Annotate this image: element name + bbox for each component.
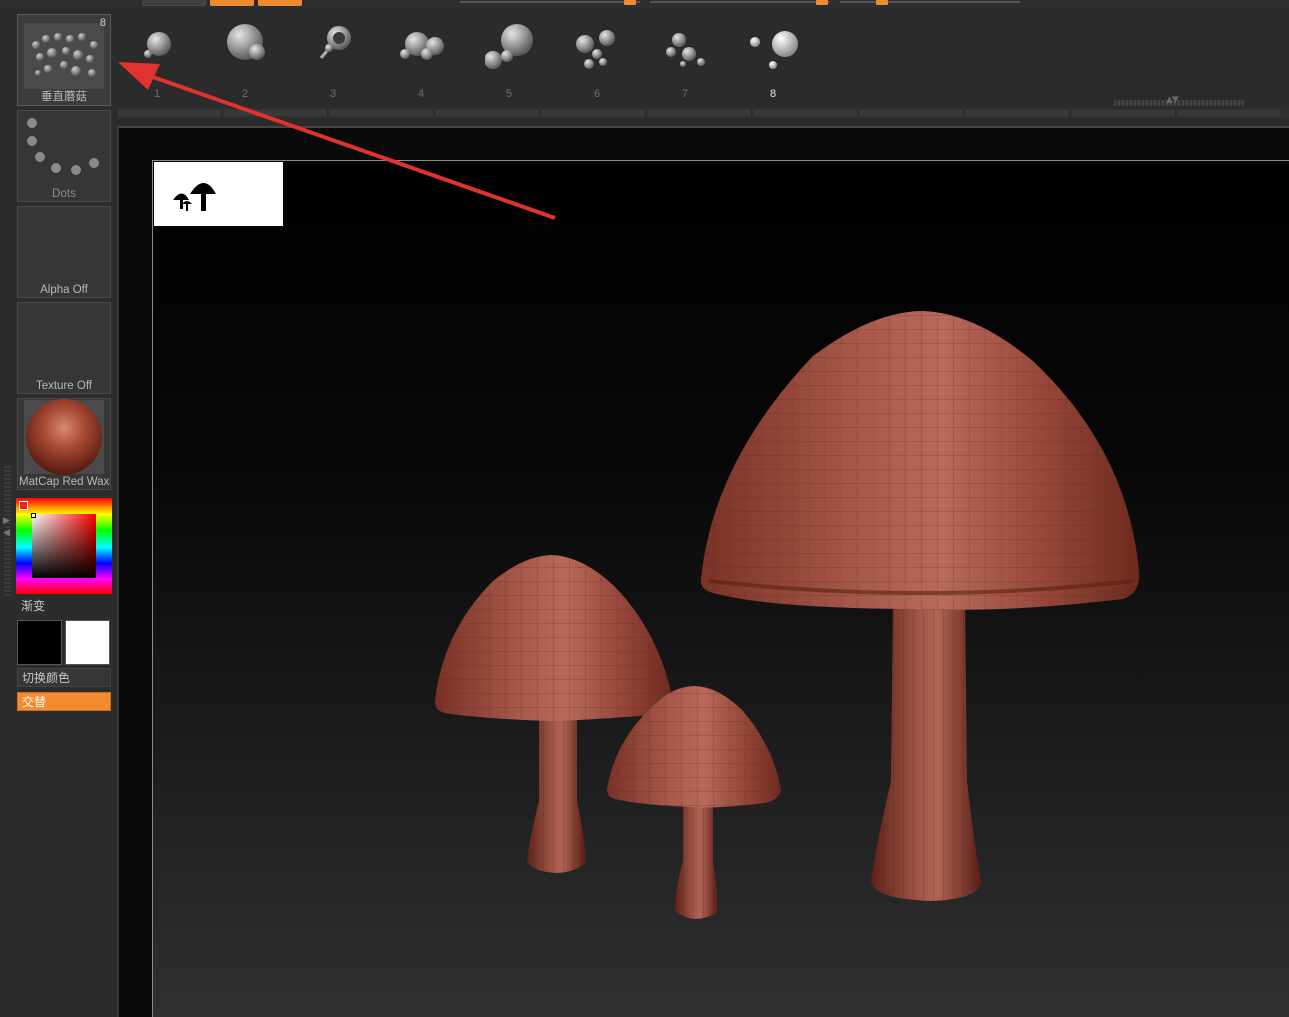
medium-mushroom — [435, 555, 673, 873]
switch-color-button[interactable]: 切换颜色 — [17, 668, 111, 687]
ruler-segment — [966, 110, 1070, 116]
stroke-label: Dots — [52, 188, 76, 200]
top-slider-3[interactable] — [840, 0, 1020, 5]
mushroom-variant-4-icon — [400, 32, 444, 60]
mushroom-variant-3-icon — [319, 26, 351, 59]
color-marker[interactable] — [31, 513, 36, 518]
brush-bar-scroller[interactable] — [1114, 100, 1244, 106]
hue-marker[interactable] — [19, 501, 28, 510]
mushroom-variant-7-icon — [666, 33, 705, 67]
brush-variant-number: 6 — [593, 88, 601, 100]
scroll-arrows-icon[interactable]: ▲▼ — [1166, 95, 1179, 105]
tray-collapse-arrow-icon[interactable]: ▶ — [3, 516, 10, 526]
red-wax-sphere-icon — [24, 399, 104, 475]
top-slider-2[interactable] — [650, 0, 830, 5]
brush-variant-number: 4 — [417, 88, 425, 100]
saturation-value-square[interactable] — [32, 514, 96, 578]
brush-variant-number: 8 — [769, 88, 777, 100]
alternate-button[interactable]: 交替 — [17, 692, 111, 711]
ruler-segment — [754, 110, 858, 116]
top-toolbar — [0, 0, 1289, 8]
document-canvas[interactable] — [152, 160, 1289, 1017]
brush-count: 8 — [99, 17, 106, 29]
brush-variant-number: 2 — [241, 88, 249, 100]
current-brush-tile[interactable]: 8 垂直蘑菇 — [17, 14, 111, 106]
alpha-label: Alpha Off — [40, 284, 88, 296]
top-slider-1[interactable] — [460, 0, 640, 5]
brush-variant-3[interactable]: 3 — [293, 16, 373, 100]
mushroom-variant-2-icon — [227, 24, 265, 60]
left-tray: 8 垂直蘑菇 Dots Alpha Off Texture Off MatCap… — [0, 8, 114, 1017]
brush-variant-5[interactable]: 5 — [469, 16, 549, 100]
current-brush-label: 垂直蘑菇 — [41, 91, 87, 103]
top-slider-2-knob[interactable] — [816, 0, 828, 5]
mushroom-variant-5-icon — [485, 24, 533, 69]
main-color-swatch[interactable] — [17, 620, 62, 665]
dots-stroke-icon — [27, 118, 99, 175]
brush-variant-7[interactable]: 7 — [645, 16, 725, 100]
brush-variants-bar: 1 2 3 4 5 6 7 8 ▲▼ — [114, 8, 1289, 108]
brush-variant-8[interactable]: 8 — [733, 16, 813, 100]
brush-variant-2[interactable]: 2 — [205, 16, 285, 100]
mushroom-models — [435, 311, 1140, 919]
secondary-color-swatch[interactable] — [65, 620, 110, 665]
brush-variant-number: 7 — [681, 88, 689, 100]
top-slider-3-knob[interactable] — [876, 0, 888, 5]
ruler-segment — [648, 110, 752, 116]
ruler-segment — [330, 110, 434, 116]
mushroom-variant-8-icon — [750, 31, 798, 69]
ruler-segment — [1072, 110, 1176, 116]
top-orange-button-1[interactable] — [210, 0, 254, 6]
top-slider-1-knob[interactable] — [624, 0, 636, 5]
ruler-segment — [118, 110, 222, 116]
brush-variant-1[interactable]: 1 — [117, 16, 197, 100]
texture-label: Texture Off — [35, 380, 93, 392]
material-tile[interactable]: MatCap Red Wax — [17, 398, 111, 490]
top-gray-button[interactable] — [142, 0, 206, 6]
canvas-ruler — [118, 108, 1289, 118]
small-mushroom — [607, 686, 781, 919]
mushroom-variant-1-icon — [144, 32, 171, 58]
brush-variant-number: 5 — [505, 88, 513, 100]
brush-variant-6[interactable]: 6 — [557, 16, 637, 100]
brush-variant-number: 1 — [153, 88, 161, 100]
mushroom-variant-6-icon — [576, 30, 615, 69]
large-mushroom — [700, 311, 1140, 901]
ruler-segment — [1178, 110, 1282, 116]
brush-variant-number: 3 — [329, 88, 337, 100]
ruler-segment — [542, 110, 646, 116]
tray-expand-arrow-icon[interactable]: ◀ — [3, 528, 10, 538]
texture-tile[interactable]: Texture Off — [17, 302, 111, 394]
ruler-segment — [436, 110, 540, 116]
brush-variant-4[interactable]: 4 — [381, 16, 461, 100]
color-picker[interactable] — [16, 498, 112, 594]
top-orange-button-2[interactable] — [258, 0, 302, 6]
ruler-segment — [224, 110, 328, 116]
alpha-tile[interactable]: Alpha Off — [17, 206, 111, 298]
gradient-label[interactable]: 渐变 — [21, 597, 45, 614]
ruler-segment — [860, 110, 964, 116]
material-label: MatCap Red Wax — [19, 476, 110, 488]
stroke-tile[interactable]: Dots — [17, 110, 111, 202]
mushroom-brush-thumbnail-icon — [24, 23, 104, 89]
